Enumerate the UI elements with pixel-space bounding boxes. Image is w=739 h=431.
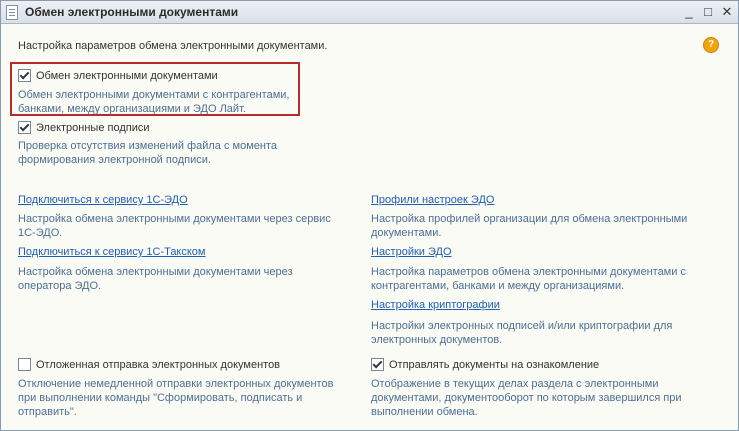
desc-line: электронных документов. (371, 334, 503, 346)
crypto-settings-description: Настройки электронных подписей и/или кри… (371, 319, 672, 347)
edo-profiles-link[interactable]: Профили настроек ЭДО (371, 194, 494, 206)
deferred-sending-label: Отложенная отправка электронных документ… (36, 358, 281, 371)
help-icon[interactable]: ? (703, 37, 719, 53)
window-title: Обмен электронными документами (25, 5, 239, 19)
signatures-description: Проверка отсутствия изменений файла с мо… (18, 139, 277, 167)
connect-1c-edo-link[interactable]: Подключиться к сервису 1С-ЭДО (18, 194, 188, 206)
send-for-review-description: Отображение в текущих делах раздела с эл… (371, 377, 682, 419)
desc-line: документами. (371, 227, 442, 239)
document-icon (6, 5, 18, 20)
intro-text: Настройка параметров обмена электронными… (18, 40, 328, 52)
deferred-sending-checkbox[interactable] (18, 358, 31, 371)
edo-settings-description: Настройка параметров обмена электронными… (371, 265, 686, 293)
desc-line: Отображение в текущих делах раздела с эл… (371, 378, 659, 390)
edo-exchange-label: Обмен электронными документами (36, 69, 218, 82)
send-for-review-checkbox-row[interactable]: Отправлять документы на ознакомление (371, 358, 599, 371)
connect-taxcom-description: Настройка обмена электронными документам… (18, 265, 293, 293)
edo-profiles-description: Настройка профилей организации для обмен… (371, 212, 687, 240)
edo-settings-window: Обмен электронными документами _ □ ✕ Нас… (0, 0, 739, 431)
window-content: Настройка параметров обмена электронными… (1, 24, 738, 430)
desc-line: Настройка профилей организации для обмен… (371, 213, 688, 225)
crypto-settings-link[interactable]: Настройка криптографии (371, 299, 500, 311)
title-bar: Обмен электронными документами _ □ ✕ (1, 1, 738, 24)
desc-line: отправить". (18, 406, 77, 418)
desc-line: Отключение немедленной отправки электрон… (18, 378, 334, 390)
connect-taxcom-link[interactable]: Подключиться к сервису 1С-Такском (18, 246, 206, 258)
edo-settings-link[interactable]: Настройки ЭДО (371, 246, 452, 258)
desc-line: оператора ЭДО. (18, 280, 102, 292)
desc-line: Настройки электронных подписей и/или кри… (371, 320, 673, 332)
edo-exchange-checkbox[interactable] (18, 69, 31, 82)
signatures-checkbox-row[interactable]: Электронные подписи (18, 121, 150, 134)
desc-line: контрагентами, банками и между организац… (371, 280, 625, 292)
send-for-review-label: Отправлять документы на ознакомление (389, 358, 600, 371)
desc-line: Настройка параметров обмена электронными… (371, 266, 686, 278)
desc-line: формирования электронной подписи. (18, 154, 211, 166)
desc-line: Настройка обмена электронными документам… (18, 266, 293, 278)
desc-line: выполнении обмена. (371, 406, 478, 418)
desc-line: документами, документооборот по которым … (371, 392, 682, 404)
desc-line: Обмен электронными документами с контраг… (18, 89, 290, 101)
maximize-button[interactable]: □ (700, 4, 716, 20)
connect-1c-edo-description: Настройка обмена электронными документам… (18, 212, 331, 240)
edo-exchange-checkbox-row[interactable]: Обмен электронными документами (18, 69, 218, 82)
deferred-sending-description: Отключение немедленной отправки электрон… (18, 377, 333, 419)
desc-line: Проверка отсутствия изменений файла с мо… (18, 140, 277, 152)
minimize-button[interactable]: _ (681, 4, 697, 20)
signatures-checkbox[interactable] (18, 121, 31, 134)
desc-line: Настройка обмена электронными документам… (18, 213, 331, 225)
desc-line: при выполнении команды "Сформировать, по… (18, 392, 303, 404)
deferred-sending-checkbox-row[interactable]: Отложенная отправка электронных документ… (18, 358, 280, 371)
send-for-review-checkbox[interactable] (371, 358, 384, 371)
desc-line: 1С-ЭДО. (18, 227, 63, 239)
close-button[interactable]: ✕ (719, 4, 735, 20)
edo-exchange-description: Обмен электронными документами с контраг… (18, 88, 289, 116)
desc-line: банками, между организациями и ЭДО Лайт. (18, 103, 246, 115)
signatures-label: Электронные подписи (36, 121, 150, 134)
